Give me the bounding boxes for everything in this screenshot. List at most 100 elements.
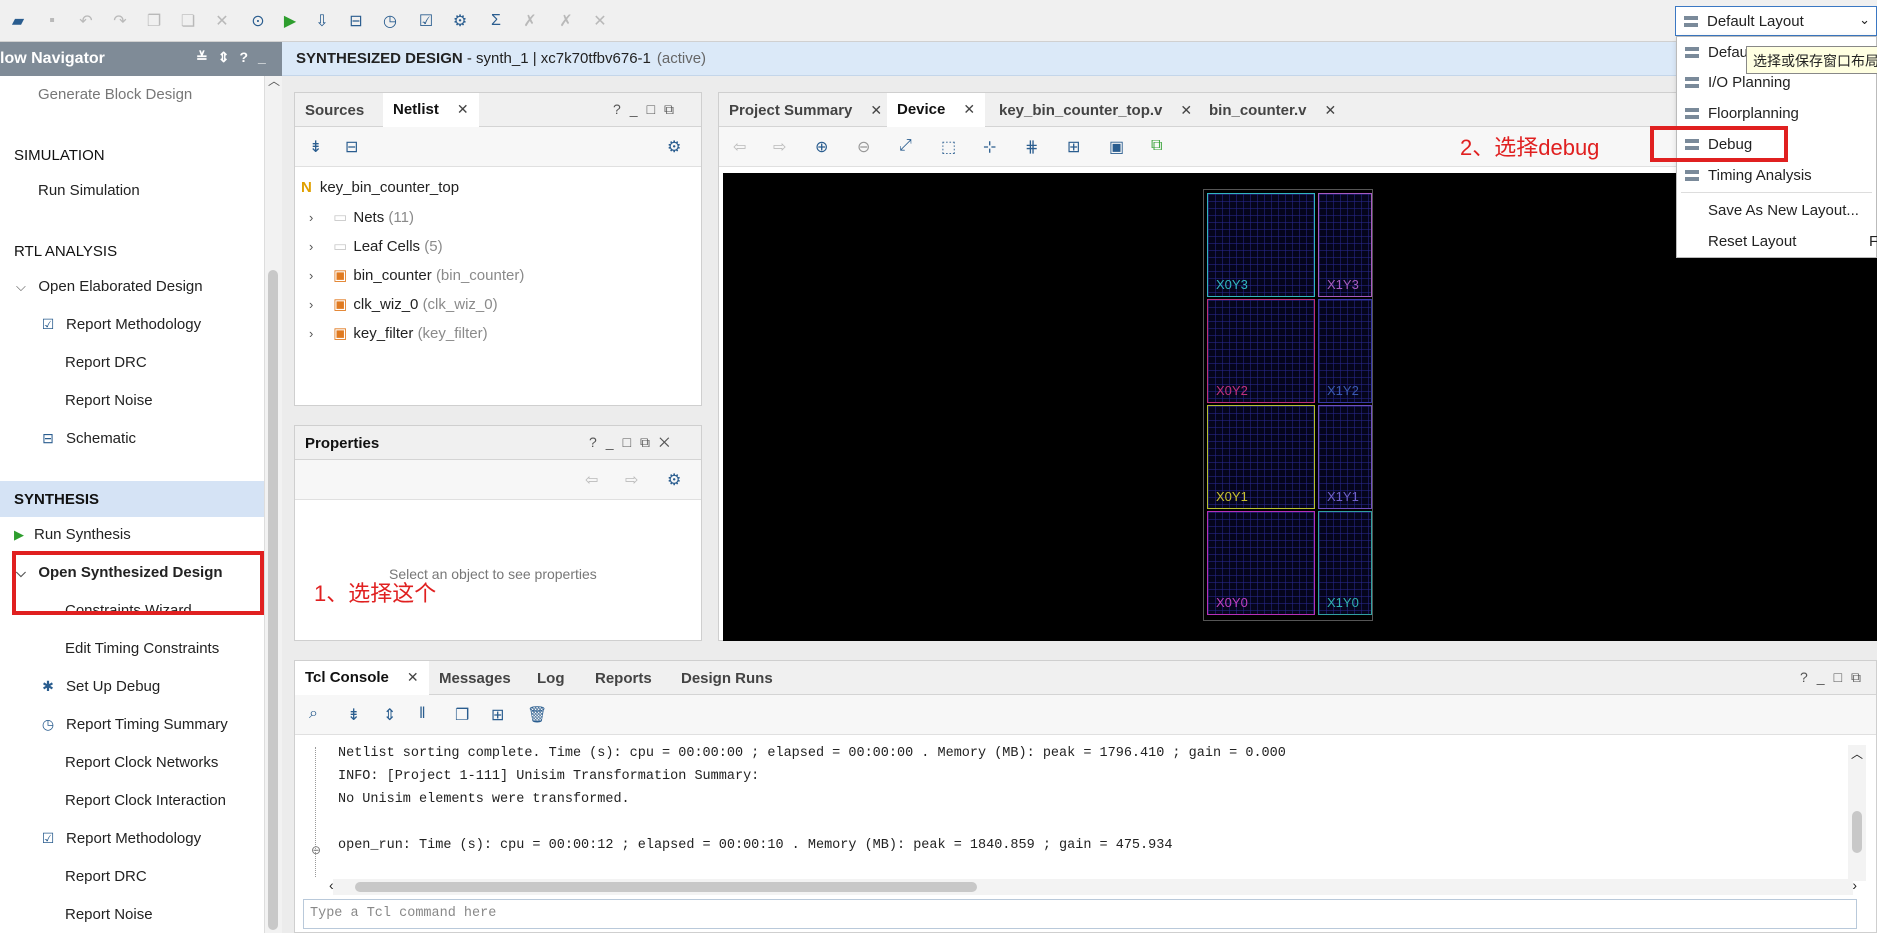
settings-icon[interactable]: ⚙: [450, 11, 470, 31]
trash-icon[interactable]: 🗑: [527, 705, 547, 725]
menu-item-reset-layout[interactable]: Reset Layout: [1708, 226, 1796, 256]
clock-region[interactable]: X1Y0: [1318, 511, 1372, 615]
back-arrow-icon[interactable]: ⇦: [585, 470, 598, 490]
nav-report-methodology-synth[interactable]: ☑ Report Methodology: [40, 830, 201, 847]
gear-icon[interactable]: ⚙: [667, 137, 681, 157]
nav-report-noise-rtl[interactable]: Report Noise: [65, 392, 153, 409]
clock-region[interactable]: X0Y2: [1207, 299, 1315, 403]
nav-generate-block-design[interactable]: Generate Block Design: [38, 86, 192, 103]
console-hscrollbar[interactable]: ‹ ›: [329, 877, 1857, 895]
collapse-icon[interactable]: ⊖: [311, 843, 321, 857]
zoom-in-icon[interactable]: ⊕: [815, 137, 828, 157]
undo-icon[interactable]: ↶: [76, 11, 96, 31]
nav-section-simulation[interactable]: SIMULATION: [14, 147, 105, 164]
routing-icon[interactable]: ⋕: [1025, 137, 1038, 157]
autofit-icon[interactable]: ⧉: [1151, 137, 1162, 155]
tab-design-runs[interactable]: Design Runs: [671, 661, 783, 695]
console-scroll-thumb[interactable]: [1852, 811, 1862, 853]
chevron-left-icon[interactable]: ‹: [329, 877, 334, 893]
find-icon[interactable]: ⊙: [248, 11, 268, 31]
schematic-icon[interactable]: ⊟: [345, 137, 358, 157]
nav-report-methodology-rtl[interactable]: ☑ Report Methodology: [40, 316, 201, 333]
tab-device[interactable]: Device ✕: [887, 93, 986, 127]
crosshair-icon[interactable]: ⊹: [983, 137, 996, 157]
chevron-right-icon[interactable]: ›: [1852, 877, 1857, 893]
close-icon[interactable]: ✕: [1180, 102, 1192, 119]
flow-navigator-scroll-thumb[interactable]: [268, 270, 278, 930]
tool-icon[interactable]: ✗: [520, 11, 540, 31]
nav-report-clock-networks[interactable]: Report Clock Networks: [65, 754, 218, 771]
clock-region[interactable]: X1Y1: [1318, 405, 1372, 509]
tab-project-summary[interactable]: Project Summary ✕: [719, 93, 892, 127]
collapse-all-icon[interactable]: ⇟: [347, 705, 360, 725]
close-icon[interactable]: ✕: [1325, 102, 1337, 119]
close-icon[interactable]: ✕: [407, 669, 419, 686]
clock-region[interactable]: X1Y3: [1318, 193, 1372, 297]
copy-icon[interactable]: ❐: [455, 705, 469, 725]
nav-report-timing-summary[interactable]: ◷ Report Timing Summary: [40, 716, 228, 733]
zoom-out-icon[interactable]: ⊖: [857, 137, 870, 157]
nav-report-drc-synth[interactable]: Report DRC: [65, 868, 147, 885]
back-arrow-icon[interactable]: ⇦: [733, 137, 746, 157]
sigma-icon[interactable]: Σ: [486, 11, 506, 31]
nav-report-clock-interaction[interactable]: Report Clock Interaction: [65, 792, 226, 809]
close-icon[interactable]: ✕: [963, 101, 975, 118]
save-icon[interactable]: ▪: [42, 11, 62, 31]
add-pblock-icon[interactable]: ⊞: [1067, 137, 1080, 157]
cancel-icon[interactable]: ✕: [590, 11, 610, 31]
program-device-icon[interactable]: ⇩: [312, 11, 332, 31]
tab-log[interactable]: Log: [527, 661, 575, 695]
run-icon[interactable]: ▶: [280, 11, 300, 31]
clock-region[interactable]: X1Y2: [1318, 299, 1372, 403]
console-hscroll-thumb[interactable]: [355, 882, 977, 892]
schematic-icon[interactable]: ⊟: [346, 11, 366, 31]
search-icon[interactable]: ⌕: [309, 705, 318, 723]
netlist-row[interactable]: › ▣ clk_wiz_0 (clk_wiz_0): [309, 295, 498, 313]
clock-region[interactable]: X0Y3: [1207, 193, 1315, 297]
forward-arrow-icon[interactable]: ⇨: [625, 470, 638, 490]
netlist-root[interactable]: Nkey_bin_counter_top: [301, 179, 459, 196]
nav-section-rtl-analysis[interactable]: RTL ANALYSIS: [14, 243, 117, 260]
nav-report-drc-rtl[interactable]: Report DRC: [65, 354, 147, 371]
tab-netlist[interactable]: Netlist ✕: [383, 93, 479, 127]
nav-open-elaborated-design[interactable]: ⌵ Open Elaborated Design: [16, 278, 203, 295]
clock-region[interactable]: X0Y1: [1207, 405, 1315, 509]
zoom-area-icon[interactable]: ⬚: [941, 137, 956, 157]
netlist-row[interactable]: › ▭ Nets (11): [309, 208, 414, 226]
copy-icon[interactable]: ❐: [144, 11, 164, 31]
panel-controls-icon[interactable]: ?_□⧉: [613, 101, 683, 118]
fit-icon[interactable]: ⤢: [899, 137, 912, 155]
clock-region[interactable]: X0Y0: [1207, 511, 1315, 615]
timer-icon[interactable]: ◷: [380, 11, 400, 31]
tcl-command-input[interactable]: Type a Tcl command here: [303, 899, 1857, 929]
tab-sources[interactable]: Sources: [295, 93, 374, 127]
layout-select[interactable]: Default Layout ⌄: [1675, 6, 1877, 36]
chevron-up-icon[interactable]: ︿: [1851, 745, 1863, 762]
forward-arrow-icon[interactable]: ⇨: [773, 137, 786, 157]
menu-item-save-as-new-layout[interactable]: Save As New Layout...: [1708, 195, 1859, 225]
tool2-icon[interactable]: ✗: [556, 11, 576, 31]
menu-item-default[interactable]: Default: [1685, 37, 1756, 67]
nav-report-noise-synth[interactable]: Report Noise: [65, 906, 153, 923]
table-icon[interactable]: ⊞: [491, 705, 504, 725]
tab-bin-counter[interactable]: bin_counter.v ✕: [1199, 93, 1346, 127]
nav-set-up-debug[interactable]: ✱ Set Up Debug: [40, 678, 160, 695]
nav-schematic[interactable]: ⊟ Schematic: [40, 430, 136, 447]
redo-icon[interactable]: ↷: [110, 11, 130, 31]
console-vscrollbar[interactable]: ︿: [1848, 745, 1866, 881]
expand-all-icon[interactable]: ⇕: [383, 705, 396, 725]
close-icon[interactable]: ✕: [457, 101, 469, 118]
nav-section-synthesis[interactable]: SYNTHESIS: [14, 491, 99, 508]
pause-icon[interactable]: ‖: [419, 705, 426, 723]
menu-item-timing-analysis[interactable]: Timing Analysis: [1685, 160, 1812, 190]
nav-run-simulation[interactable]: Run Simulation: [38, 182, 140, 199]
panel-controls-icon[interactable]: ?_□⧉: [1800, 669, 1870, 686]
close-icon[interactable]: ✕: [870, 102, 882, 119]
nav-edit-timing-constraints[interactable]: Edit Timing Constraints: [65, 640, 219, 657]
report-icon[interactable]: ☑: [416, 11, 436, 31]
tab-tcl-console[interactable]: Tcl Console ✕: [295, 661, 429, 695]
collapse-all-icon[interactable]: ⇟: [309, 137, 322, 157]
netlist-row[interactable]: › ▭ Leaf Cells (5): [309, 237, 443, 255]
tab-messages[interactable]: Messages: [429, 661, 521, 695]
delete-icon[interactable]: ✕: [212, 11, 232, 31]
